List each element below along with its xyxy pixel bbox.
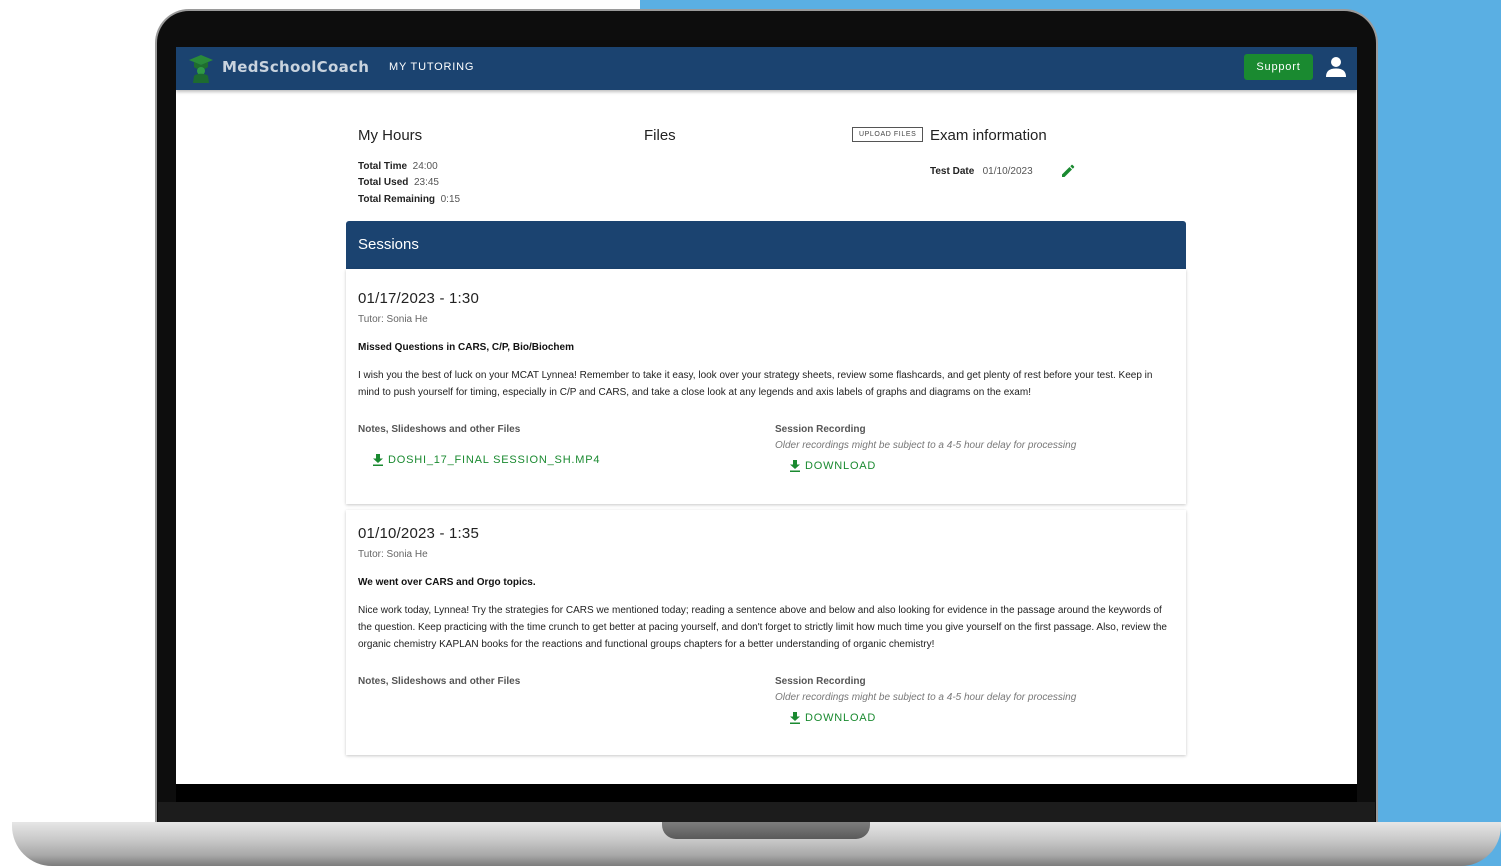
- user-icon[interactable]: [1325, 56, 1347, 78]
- total-time-value: 24:00: [412, 161, 438, 172]
- download-icon: [790, 460, 800, 472]
- session-notes: I wish you the best of luck on your MCAT…: [358, 370, 1153, 398]
- file-name: DOSHI_17_FINAL SESSION_SH.MP4: [388, 454, 601, 466]
- laptop-bezel-lower: [158, 802, 1375, 824]
- session-tutor: Tutor: Sonia He: [358, 314, 428, 325]
- files-label: Notes, Slideshows and other Files: [358, 676, 521, 687]
- pencil-icon[interactable]: [1061, 164, 1075, 178]
- download-icon: [373, 454, 383, 466]
- total-remaining-value: 0:15: [440, 194, 461, 205]
- test-date-label: Test Date: [930, 166, 975, 177]
- exam-info-title: Exam information: [930, 127, 1047, 144]
- total-time-label: Total Time: [358, 161, 408, 172]
- nav-my-tutoring[interactable]: MY TUTORING: [389, 61, 474, 73]
- session-recording-label: Session Recording: [775, 424, 866, 435]
- session-topic: Missed Questions in CARS, C/P, Bio/Bioch…: [358, 342, 574, 353]
- download-label: DOWNLOAD: [805, 712, 877, 724]
- download-label: DOWNLOAD: [805, 460, 877, 472]
- recording-download-link[interactable]: DOWNLOAD: [789, 460, 876, 472]
- session-recording-label: Session Recording: [775, 676, 866, 687]
- laptop-notch: [662, 822, 870, 839]
- total-remaining-row: Total Remaining 0:15: [358, 194, 460, 205]
- laptop-bezel: [176, 784, 1357, 802]
- files-title: Files: [644, 127, 676, 144]
- session-tutor: Tutor: Sonia He: [358, 549, 428, 560]
- total-used-label: Total Used: [358, 177, 409, 188]
- recording-delay-note: Older recordings might be subject to a 4…: [775, 692, 1077, 703]
- sessions-header: Sessions: [346, 221, 1186, 269]
- session-card: 01/10/2023 - 1:35 Tutor: Sonia He We wen…: [346, 510, 1186, 755]
- total-used-row: Total Used 23:45: [358, 177, 439, 188]
- session-card: 01/17/2023 - 1:30 Tutor: Sonia He Missed…: [346, 269, 1186, 504]
- session-date: 01/10/2023 - 1:35: [358, 525, 479, 542]
- session-topic: We went over CARS and Orgo topics.: [358, 577, 536, 588]
- session-date: 01/17/2023 - 1:30: [358, 290, 479, 307]
- test-date-row: Test Date 01/10/2023: [930, 166, 1033, 177]
- total-remaining-label: Total Remaining: [358, 194, 436, 205]
- files-label: Notes, Slideshows and other Files: [358, 424, 521, 435]
- sessions-title: Sessions: [358, 236, 419, 253]
- file-download-link[interactable]: DOSHI_17_FINAL SESSION_SH.MP4: [372, 454, 600, 466]
- upload-files-button[interactable]: UPLOAD FILES: [852, 127, 924, 142]
- graduation-logo-icon[interactable]: [188, 52, 214, 84]
- brand-name[interactable]: MedSchoolCoach: [222, 58, 369, 76]
- recording-delay-note: Older recordings might be subject to a 4…: [775, 440, 1077, 451]
- app-screen: MedSchoolCoach MY TUTORING Support My Ho…: [176, 47, 1357, 784]
- download-icon: [790, 712, 800, 724]
- top-navigation-bar: MedSchoolCoach MY TUTORING Support: [176, 47, 1357, 90]
- recording-download-link[interactable]: DOWNLOAD: [789, 712, 876, 724]
- my-hours-title: My Hours: [358, 127, 423, 144]
- total-time-row: Total Time 24:00: [358, 161, 438, 172]
- test-date-value: 01/10/2023: [982, 166, 1033, 177]
- total-used-value: 23:45: [413, 177, 439, 188]
- session-notes: Nice work today, Lynnea! Try the strateg…: [358, 605, 1167, 650]
- support-button[interactable]: Support: [1244, 54, 1313, 80]
